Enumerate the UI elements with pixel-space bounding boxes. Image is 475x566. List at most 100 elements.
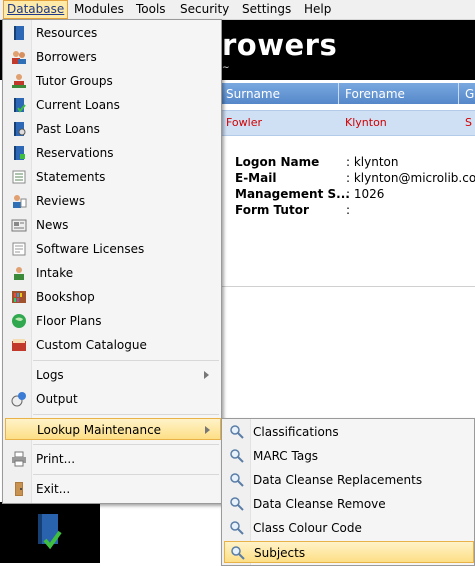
detail-label: Logon Name bbox=[235, 155, 320, 169]
column-divider bbox=[338, 83, 339, 104]
menu-tools[interactable]: Tools bbox=[133, 2, 169, 17]
submenu-arrow-icon bbox=[205, 426, 210, 434]
submenu-item-classifications[interactable]: Classifications bbox=[224, 421, 472, 443]
divider bbox=[222, 286, 475, 287]
menu-help[interactable]: Help bbox=[301, 2, 334, 17]
column-forename[interactable]: Forename bbox=[345, 87, 405, 101]
license-icon bbox=[12, 242, 26, 256]
book-check-icon bbox=[14, 98, 26, 113]
menu-item-floor-plans[interactable]: Floor Plans bbox=[5, 310, 219, 332]
submenu-item-data-cleanse-replacements[interactable]: Data Cleanse Replacements bbox=[224, 469, 472, 491]
book-check-large-icon[interactable] bbox=[35, 512, 63, 552]
submenu-arrow-icon bbox=[204, 371, 209, 379]
catalogue-icon bbox=[12, 339, 26, 351]
menu-item-current-loans[interactable]: Current Loans bbox=[5, 94, 219, 116]
menu-item-resources[interactable]: Resources bbox=[5, 22, 219, 44]
menu-item-custom-catalogue[interactable]: Custom Catalogue bbox=[5, 334, 219, 356]
magnifier-icon bbox=[230, 449, 244, 463]
page-title-accent: ∼ bbox=[222, 63, 230, 73]
magnifier-icon bbox=[230, 425, 244, 439]
detail-value: : klynton@microlib.co.u bbox=[346, 171, 475, 185]
menu-item-software-licenses[interactable]: Software Licenses bbox=[5, 238, 219, 260]
globe-icon bbox=[12, 314, 26, 328]
menu-item-statements[interactable]: Statements bbox=[5, 166, 219, 188]
menu-item-label: Current Loans bbox=[36, 98, 120, 112]
menu-item-output[interactable]: Output bbox=[5, 388, 219, 410]
menu-item-label: Statements bbox=[36, 170, 106, 184]
menu-item-label: Floor Plans bbox=[36, 314, 102, 328]
magnifier-icon bbox=[230, 473, 244, 487]
menu-item-label: Past Loans bbox=[36, 122, 100, 136]
magnifier-icon bbox=[230, 521, 244, 535]
submenu-item-data-cleanse-remove[interactable]: Data Cleanse Remove bbox=[224, 493, 472, 515]
menu-item-past-loans[interactable]: Past Loans bbox=[5, 118, 219, 140]
menu-item-tutor-groups[interactable]: Tutor Groups bbox=[5, 70, 219, 92]
menu-item-label: Tutor Groups bbox=[36, 74, 113, 88]
menu-database[interactable]: Database bbox=[3, 0, 69, 19]
submenu-item-class-colour-code[interactable]: Class Colour Code bbox=[224, 517, 472, 539]
menu-item-exit[interactable]: Exit... bbox=[5, 478, 219, 500]
menu-item-label: Intake bbox=[36, 266, 74, 280]
submenu-item-label: MARC Tags bbox=[253, 449, 319, 463]
output-icon bbox=[11, 392, 26, 407]
submenu-item-marc-tags[interactable]: MARC Tags bbox=[224, 445, 472, 467]
grid-header: Surname Forename G bbox=[222, 83, 475, 104]
menu-separator bbox=[33, 414, 219, 415]
magnifier-icon bbox=[230, 497, 244, 511]
column-surname[interactable]: Surname bbox=[226, 87, 280, 101]
menu-item-print[interactable]: Print... bbox=[5, 448, 219, 470]
people-icon bbox=[12, 51, 26, 64]
newspaper-icon bbox=[11, 219, 27, 232]
menu-security[interactable]: Security bbox=[177, 2, 232, 17]
cell-g: S bbox=[465, 116, 472, 129]
column-divider bbox=[458, 83, 459, 104]
menu-item-label: Resources bbox=[36, 26, 98, 40]
menu-item-label: Borrowers bbox=[36, 50, 97, 64]
menu-separator bbox=[33, 474, 219, 475]
database-menu: Resources Borrowers Tutor Groups Current… bbox=[2, 19, 222, 504]
menu-item-reservations[interactable]: Reservations bbox=[5, 142, 219, 164]
submenu-item-label: Classifications bbox=[253, 425, 339, 439]
menu-item-intake[interactable]: Intake bbox=[5, 262, 219, 284]
menu-separator bbox=[33, 360, 219, 361]
detail-label: Form Tutor bbox=[235, 203, 309, 217]
cell-forename: Klynton bbox=[345, 116, 387, 129]
submenu-item-label: Data Cleanse Replacements bbox=[253, 473, 423, 487]
group-icon bbox=[12, 74, 26, 88]
submenu-item-subjects[interactable]: Subjects bbox=[224, 541, 474, 563]
detail-label: Management S... bbox=[235, 187, 350, 201]
intake-icon bbox=[14, 267, 24, 280]
menu-item-bookshop[interactable]: Bookshop bbox=[5, 286, 219, 308]
book-reserve-icon bbox=[14, 146, 25, 160]
menu-item-reviews[interactable]: Reviews bbox=[5, 190, 219, 212]
menu-item-label: Exit... bbox=[36, 482, 71, 496]
menu-item-label: Bookshop bbox=[36, 290, 95, 304]
column-g[interactable]: G bbox=[465, 87, 474, 101]
submenu-item-label: Data Cleanse Remove bbox=[253, 497, 386, 511]
book-history-icon bbox=[14, 122, 26, 136]
menu-item-label: Logs bbox=[36, 368, 64, 382]
menu-item-borrowers[interactable]: Borrowers bbox=[5, 46, 219, 68]
detail-value: : bbox=[346, 203, 351, 217]
page-title: rowers bbox=[222, 28, 338, 62]
menu-modules[interactable]: Modules bbox=[71, 2, 127, 17]
review-icon bbox=[13, 195, 27, 208]
book-icon bbox=[14, 26, 24, 40]
menu-settings[interactable]: Settings bbox=[239, 2, 294, 17]
submenu-item-label: Class Colour Code bbox=[253, 521, 362, 535]
menu-item-label: News bbox=[36, 218, 69, 232]
cell-surname: Fowler bbox=[226, 116, 263, 129]
menu-item-label: Custom Catalogue bbox=[36, 338, 147, 352]
table-row[interactable]: Fowler Klynton S bbox=[222, 110, 475, 136]
menu-bar: Database Modules Tools Security Settings… bbox=[0, 0, 475, 20]
menu-item-label: Output bbox=[36, 392, 78, 406]
bookshop-icon bbox=[12, 291, 26, 303]
menu-item-news[interactable]: News bbox=[5, 214, 219, 236]
printer-icon bbox=[12, 451, 26, 467]
statement-icon bbox=[12, 170, 26, 184]
lookup-maintenance-submenu: Classifications MARC Tags Data Cleanse R… bbox=[221, 418, 475, 566]
menu-item-logs[interactable]: Logs bbox=[5, 364, 219, 386]
menu-item-lookup-maintenance[interactable]: Lookup Maintenance bbox=[5, 418, 221, 440]
detail-value: : klynton bbox=[346, 155, 399, 169]
menu-item-label: Reviews bbox=[36, 194, 86, 208]
